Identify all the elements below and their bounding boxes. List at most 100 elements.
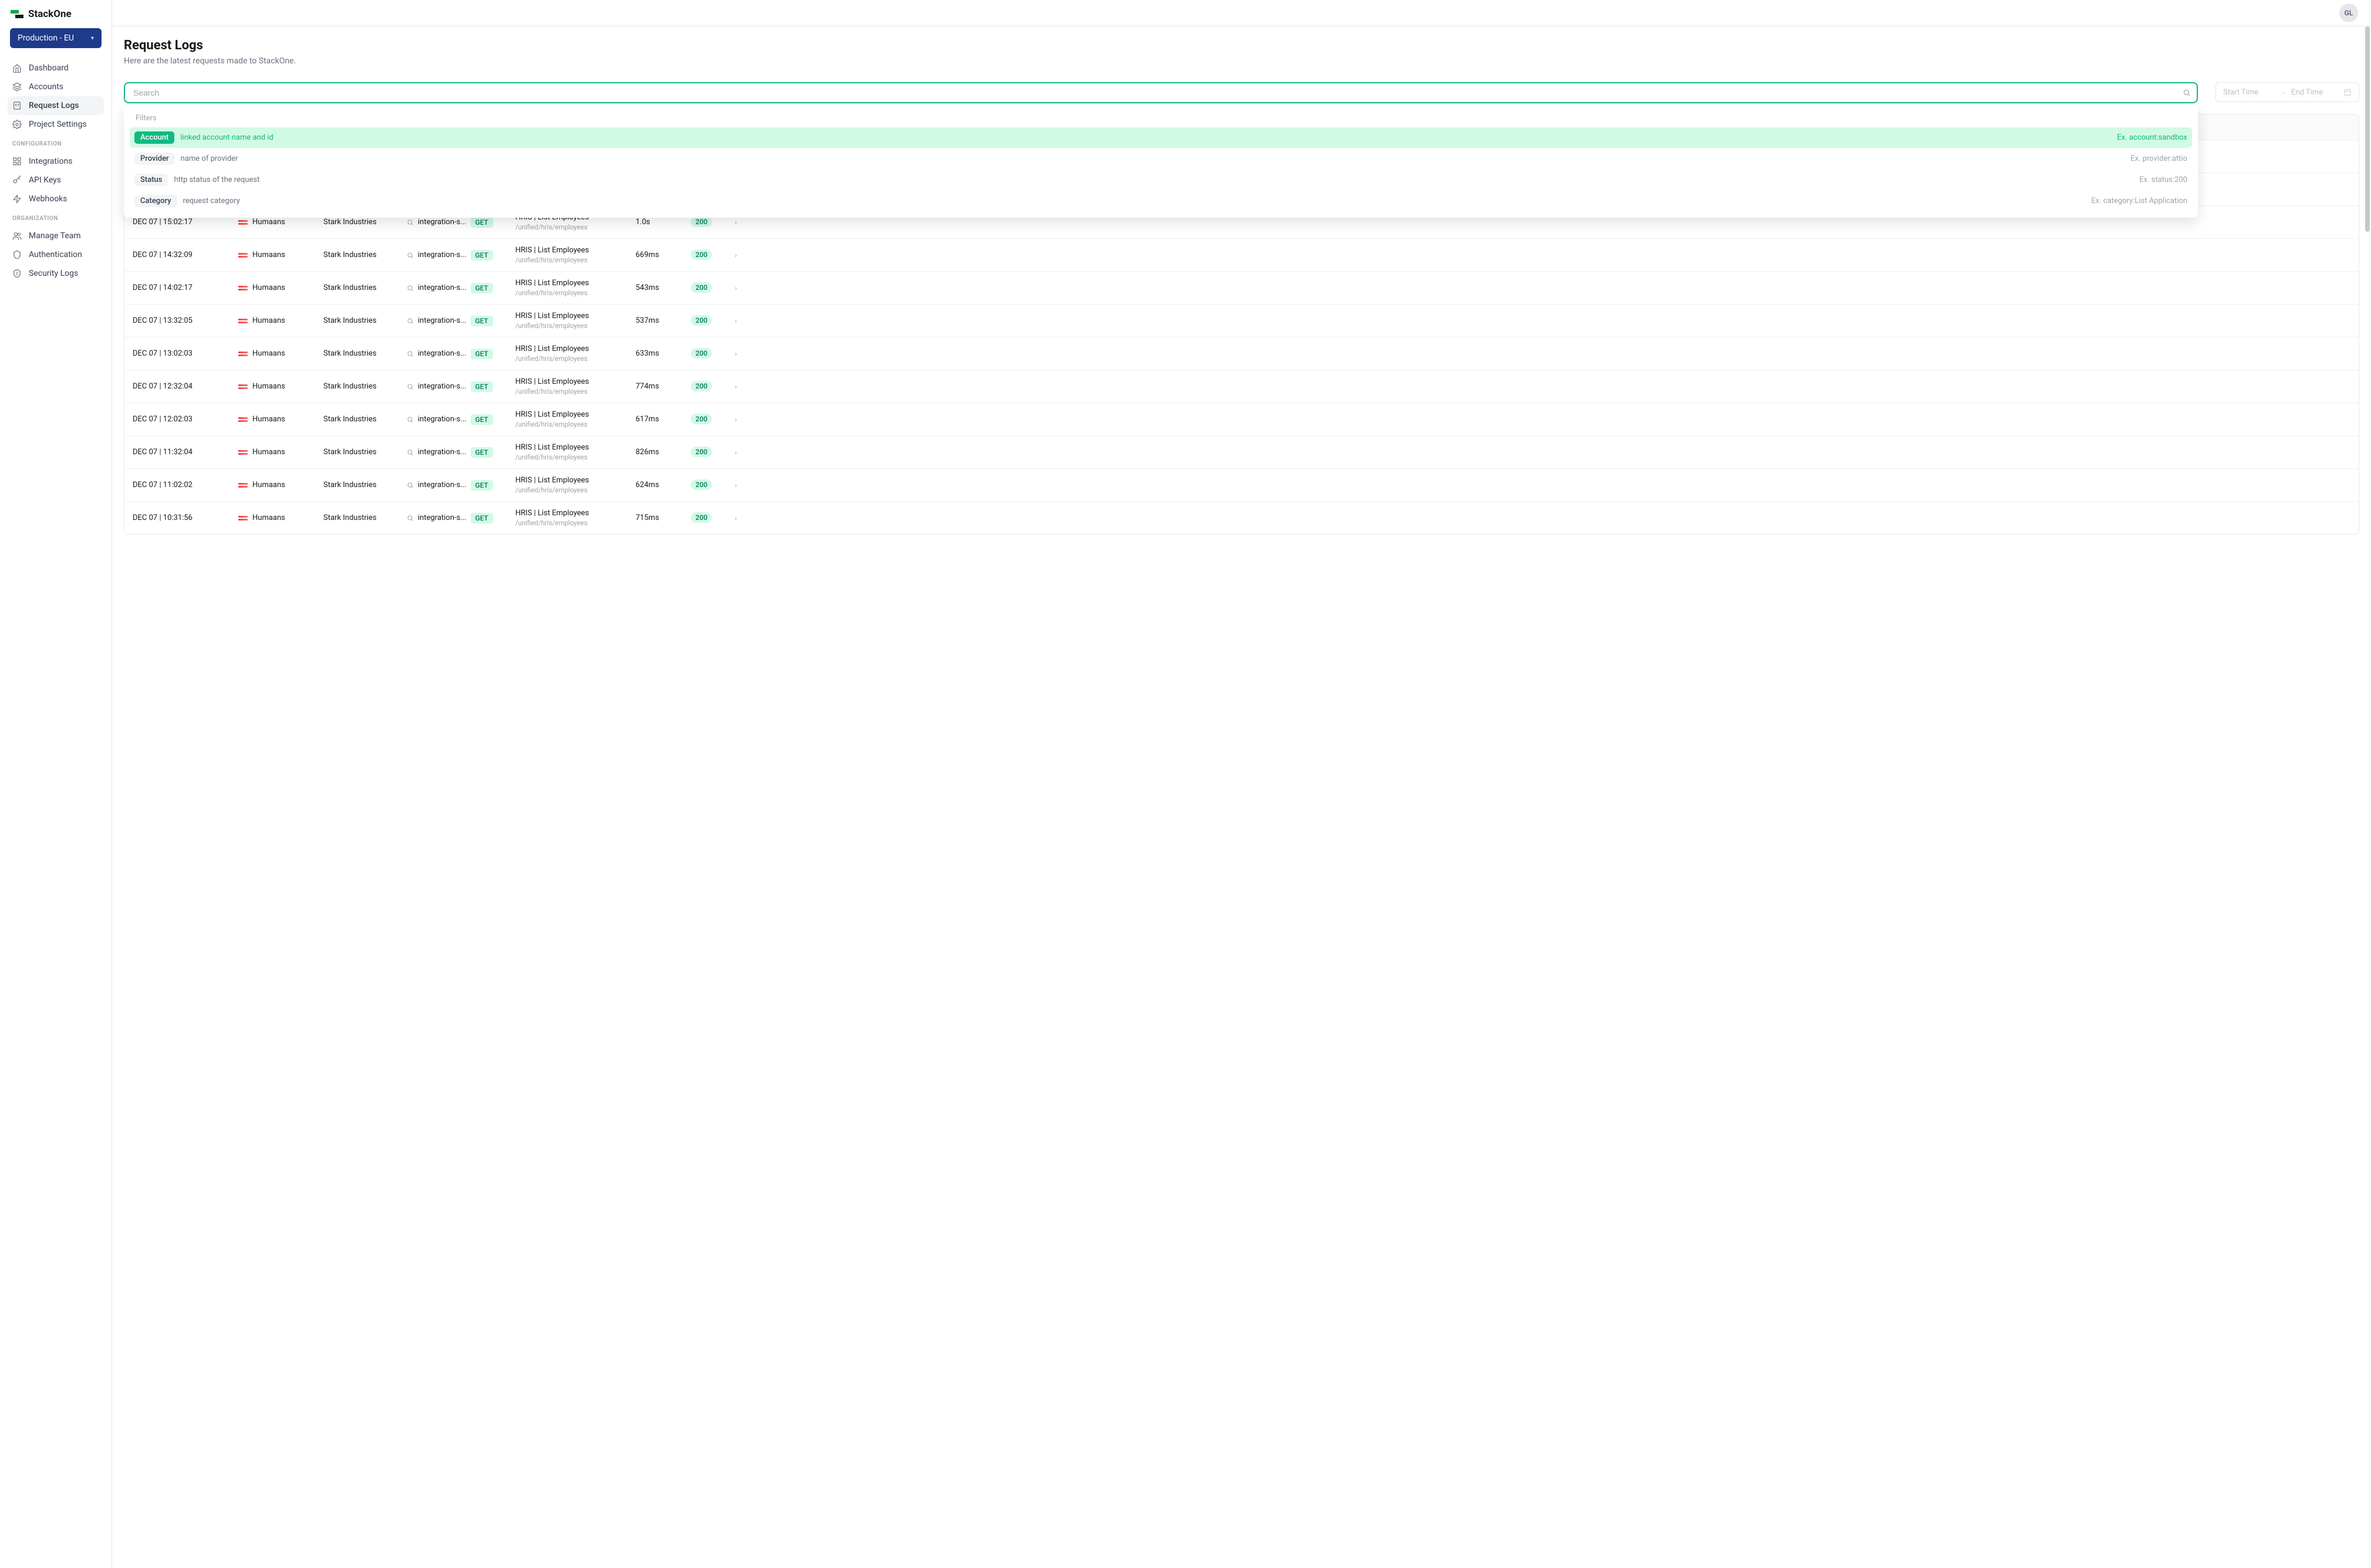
sidebar-item-label: Authentication bbox=[29, 250, 82, 259]
table-row[interactable]: DEC 07 | 11:02:02HumaansStark Industries… bbox=[124, 469, 2359, 502]
environment-selector[interactable]: Production - EU ▾ bbox=[10, 28, 102, 48]
cell-api: integration-s...GET bbox=[407, 316, 515, 326]
cell-api: integration-s...GET bbox=[407, 217, 515, 228]
cell-account: Stark Industries bbox=[323, 316, 407, 325]
sidebar-item-label: Integrations bbox=[29, 157, 72, 166]
cell-api: integration-s...GET bbox=[407, 480, 515, 491]
cell-account: Stark Industries bbox=[323, 415, 407, 424]
cell-account: Stark Industries bbox=[323, 448, 407, 457]
cell-time: DEC 07 | 15:02:17 bbox=[133, 218, 238, 227]
key-icon bbox=[12, 175, 22, 185]
nav-section: ORGANIZATIONManage TeamAuthenticationSec… bbox=[0, 208, 112, 283]
provider-logo-icon bbox=[238, 319, 248, 323]
table-row[interactable]: DEC 07 | 13:02:03HumaansStark Industries… bbox=[124, 337, 2359, 370]
content: Request Logs Here are the latest request… bbox=[112, 26, 2371, 1568]
cell-account: Stark Industries bbox=[323, 283, 407, 292]
cell-account: Stark Industries bbox=[323, 349, 407, 358]
cell-status: 200 bbox=[691, 283, 735, 292]
table-row[interactable]: DEC 07 | 14:32:09HumaansStark Industries… bbox=[124, 239, 2359, 272]
filter-description: http status of the request bbox=[174, 175, 2133, 184]
sidebar-item-label: Manage Team bbox=[29, 231, 81, 241]
gear-icon bbox=[12, 120, 22, 129]
avatar[interactable]: GL bbox=[2339, 4, 2358, 22]
search-input[interactable] bbox=[124, 82, 2198, 103]
provider-logo-icon bbox=[238, 220, 248, 225]
cell-action: HRIS | List Employees/unified/hris/emplo… bbox=[515, 279, 636, 297]
layers-icon bbox=[12, 82, 22, 92]
table-row[interactable]: DEC 07 | 14:02:17HumaansStark Industries… bbox=[124, 272, 2359, 305]
search-icon bbox=[407, 317, 414, 325]
provider-logo-icon bbox=[238, 286, 248, 290]
cell-action: HRIS | List Employees/unified/hris/emplo… bbox=[515, 443, 636, 461]
filter-example: Ex. account:sandbox bbox=[2117, 133, 2187, 142]
method-badge: GET bbox=[471, 217, 493, 228]
main: GL Request Logs Here are the latest requ… bbox=[112, 0, 2371, 1568]
chevron-right-icon: › bbox=[735, 317, 747, 325]
sidebar-item-dashboard[interactable]: Dashboard bbox=[8, 59, 104, 77]
cell-api: integration-s...GET bbox=[407, 381, 515, 392]
sidebar-item-label: API Keys bbox=[29, 175, 61, 185]
chevron-right-icon: › bbox=[735, 251, 747, 259]
cell-status: 200 bbox=[691, 218, 735, 227]
sidebar-item-label: Accounts bbox=[29, 82, 63, 92]
sidebar-item-accounts[interactable]: Accounts bbox=[8, 77, 104, 96]
sidebar-item-project-settings[interactable]: Project Settings bbox=[8, 115, 104, 134]
table-row[interactable]: DEC 07 | 11:32:04HumaansStark Industries… bbox=[124, 436, 2359, 469]
cell-api: integration-s...GET bbox=[407, 250, 515, 261]
scrollbar[interactable] bbox=[2364, 0, 2370, 1568]
filter-option-account[interactable]: Accountlinked account name and idEx. acc… bbox=[130, 127, 2192, 148]
method-badge: GET bbox=[471, 349, 493, 359]
sidebar-item-security-logs[interactable]: Security Logs bbox=[8, 264, 104, 283]
cell-status: 200 bbox=[691, 513, 735, 522]
status-badge: 200 bbox=[691, 381, 712, 391]
table-row[interactable]: DEC 07 | 13:32:05HumaansStark Industries… bbox=[124, 305, 2359, 337]
method-badge: GET bbox=[471, 513, 493, 523]
cell-account: Stark Industries bbox=[323, 513, 407, 522]
shield-icon bbox=[12, 250, 22, 259]
provider-logo-icon bbox=[238, 417, 248, 422]
filter-chip: Status bbox=[134, 174, 168, 186]
search-wrapper: Filters Accountlinked account name and i… bbox=[124, 82, 2198, 103]
chevron-right-icon: › bbox=[735, 284, 747, 292]
scrollbar-thumb[interactable] bbox=[2365, 26, 2370, 232]
filter-option-category[interactable]: Categoryrequest categoryEx. category:Lis… bbox=[130, 191, 2192, 211]
cell-account: Stark Industries bbox=[323, 251, 407, 259]
logo-icon bbox=[11, 10, 23, 18]
sidebar-item-api-keys[interactable]: API Keys bbox=[8, 171, 104, 190]
logs-icon bbox=[12, 101, 22, 110]
time-range-picker[interactable]: Start Time → End Time bbox=[2215, 82, 2359, 102]
sidebar-item-webhooks[interactable]: Webhooks bbox=[8, 190, 104, 208]
search-icon bbox=[407, 416, 414, 423]
cell-time: DEC 07 | 14:32:09 bbox=[133, 251, 238, 259]
filter-chip: Category bbox=[134, 195, 177, 207]
cell-time: DEC 07 | 12:32:04 bbox=[133, 382, 238, 391]
filter-option-provider[interactable]: Providername of providerEx. provider:att… bbox=[130, 148, 2192, 169]
chevron-right-icon: › bbox=[735, 415, 747, 424]
cell-time: DEC 07 | 11:02:02 bbox=[133, 481, 238, 489]
cell-api: integration-s...GET bbox=[407, 447, 515, 458]
table-row[interactable]: DEC 07 | 12:02:03HumaansStark Industries… bbox=[124, 403, 2359, 436]
chevron-right-icon: › bbox=[735, 514, 747, 522]
filter-chip: Account bbox=[134, 131, 174, 144]
start-time-placeholder: Start Time bbox=[2223, 88, 2258, 97]
filter-option-status[interactable]: Statushttp status of the requestEx. stat… bbox=[130, 170, 2192, 190]
sidebar-item-integrations[interactable]: Integrations bbox=[8, 152, 104, 171]
search-icon bbox=[407, 383, 414, 390]
sidebar-item-label: Request Logs bbox=[29, 101, 79, 110]
table-row[interactable]: DEC 07 | 12:32:04HumaansStark Industries… bbox=[124, 370, 2359, 403]
cell-action: HRIS | List Employees/unified/hris/emplo… bbox=[515, 312, 636, 330]
arrow-right-icon: → bbox=[2279, 87, 2286, 97]
chevron-right-icon: › bbox=[735, 383, 747, 391]
home-icon bbox=[12, 63, 22, 73]
provider-logo-icon bbox=[238, 483, 248, 488]
sidebar-item-manage-team[interactable]: Manage Team bbox=[8, 227, 104, 245]
sidebar: StackOne Production - EU ▾ Dashboard Acco… bbox=[0, 0, 112, 1568]
sidebar-item-authentication[interactable]: Authentication bbox=[8, 245, 104, 264]
sidebar-item-request-logs[interactable]: Request Logs bbox=[8, 96, 104, 115]
table-row[interactable]: DEC 07 | 10:31:56HumaansStark Industries… bbox=[124, 502, 2359, 534]
filters-heading: Filters bbox=[130, 111, 2192, 127]
logo-text: StackOne bbox=[28, 8, 72, 20]
bolt-icon bbox=[12, 194, 22, 204]
users-icon bbox=[12, 231, 22, 241]
cell-provider: Humaans bbox=[238, 382, 323, 391]
